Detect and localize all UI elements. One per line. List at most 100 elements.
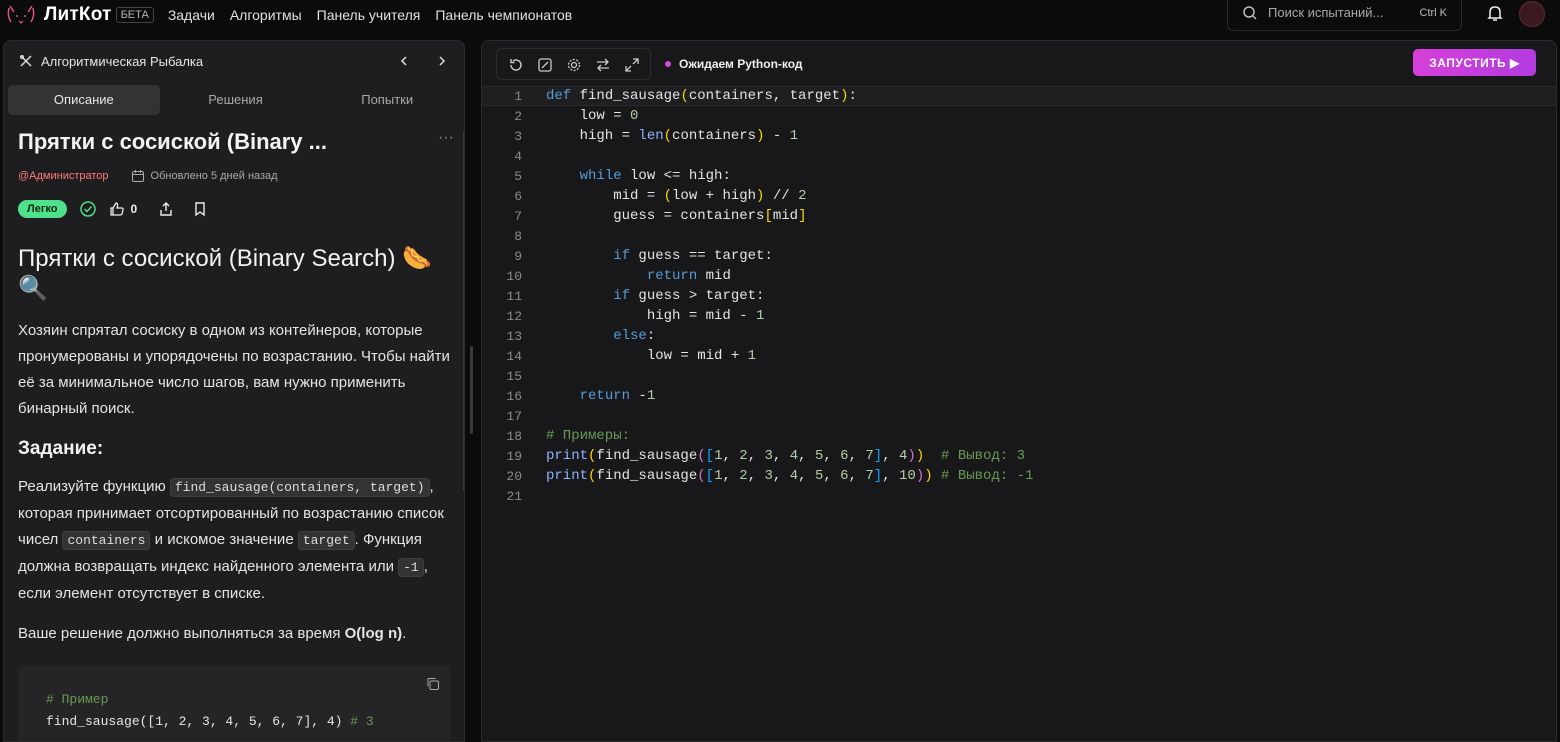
problem-meta: @Администратор Обновлено 5 дней назад [18,169,450,183]
nav-championship-panel[interactable]: Панель чемпионатов [435,7,572,23]
code-line: 6 mid = (low + high) // 2 [482,186,1556,206]
calendar-icon [131,170,144,182]
problem-content: Прятки с сосиской (Binary ... ··· @Админ… [18,129,454,741]
line-number: 12 [506,308,522,324]
panel-resizer[interactable] [470,346,473,434]
complexity-value: O(log n) [344,625,403,642]
line-number: 10 [506,268,522,284]
like-count: 0 [130,202,138,216]
code-line: 2 low = 0 [482,106,1556,126]
code-line: 8 [482,226,1556,246]
example-code-block: # Пример find_sausage([1, 2, 3, 4, 5, 6,… [18,665,450,741]
task-description: Реализуйте функцию find_sausage(containe… [18,474,450,607]
code-line: 14 low = mid + 1 [482,346,1556,366]
status-indicator: Ожидаем Python-код [665,57,803,71]
bookmark-icon[interactable] [189,198,211,220]
brand-name: ЛитКот [44,4,112,25]
example-line: find_sausage([1, 2, 3, 4, 5, 6, 7], 4) #… [46,711,450,733]
line-number: 15 [506,368,522,384]
code-line: 9 if guess == target: [482,246,1556,266]
line-number: 13 [506,328,522,344]
code-line: 5 while low <= high: [482,166,1556,186]
line-number: 1 [514,88,522,104]
beta-badge: БЕТА [115,7,154,23]
code-line: 13 else: [482,326,1556,346]
thumbs-up-icon [109,202,124,216]
section-title: Алгоритмическая Рыбалка [41,53,204,69]
line-number: 9 [514,248,522,264]
code-editor[interactable]: 1 def find_sausage(containers, target): 2… [482,86,1556,741]
line-number: 6 [514,188,522,204]
editor-tools [496,48,651,80]
code-line: 1 def find_sausage(containers, target): [482,86,1556,106]
inline-code-target: target [297,531,355,550]
nav-tasks[interactable]: Задачи [168,7,215,23]
complexity-text: Ваше решение должно выполняться за время [18,625,341,642]
search-shortcut: Ctrl K [1419,6,1448,19]
task-text-3: и искомое значение [154,531,294,548]
search-input[interactable]: Поиск испытаний... Ctrl K [1227,0,1462,31]
code-line: 4 [482,146,1556,166]
line-number: 2 [514,108,522,124]
code-line: 18 # Примеры: [482,426,1556,446]
problem-actions: Легко 0 [18,198,450,220]
tab-solutions[interactable]: Решения [160,85,312,115]
tab-bar: Описание Решения Попытки [8,85,463,115]
run-button[interactable]: ЗАПУСТИТЬ ▶ [1413,49,1536,76]
code-line: 15 [482,366,1556,386]
code-line: 7 guess = containers[mid] [482,206,1556,226]
code-line: 11 if guess > target: [482,286,1556,306]
line-number: 7 [514,208,522,224]
editor-toolbar: Ожидаем Python-код [496,48,803,80]
line-number: 3 [514,128,522,144]
copy-icon[interactable] [426,677,440,691]
reset-icon[interactable] [501,49,530,81]
panel-header: Алгоритмическая Рыбалка [4,41,464,81]
complexity-note: Ваше решение должно выполняться за время… [18,621,450,647]
status-text: Ожидаем Python-код [679,57,803,71]
line-number: 8 [514,228,522,244]
inline-code-minus-one: -1 [398,558,424,577]
inline-code-function: find_sausage(containers, target) [169,478,430,497]
tab-attempts[interactable]: Попытки [311,85,463,115]
task-heading: Задание: [18,438,104,459]
main-nav: Задачи Алгоритмы Панель учителя Панель ч… [168,7,587,23]
bell-icon[interactable] [1486,4,1504,22]
avatar[interactable] [1519,1,1545,27]
chevron-left-icon[interactable] [398,55,410,67]
problem-panel: Алгоритмическая Рыбалка Описание Решения… [3,40,465,742]
share-icon[interactable] [155,198,177,220]
line-number: 4 [514,148,522,164]
problem-title: Прятки с сосиской (Binary ... [18,129,327,154]
line-number: 14 [506,348,522,364]
cat-logo-icon [7,5,35,24]
line-number: 17 [506,408,522,424]
example-comment: # Пример [46,692,109,707]
line-number: 19 [506,448,522,464]
nav-algorithms[interactable]: Алгоритмы [230,7,302,23]
inline-code-containers: containers [62,531,151,550]
top-bar: ЛитКот БЕТА Задачи Алгоритмы Панель учит… [0,0,1560,31]
tab-description[interactable]: Описание [8,85,160,115]
line-number: 21 [506,488,522,504]
search-placeholder: Поиск испытаний... [1268,5,1384,20]
author-link[interactable]: @Администратор [18,170,109,182]
expand-icon[interactable] [617,49,646,81]
code-line: 19 print(find_sausage([1, 2, 3, 4, 5, 6, … [482,446,1556,466]
more-icon[interactable]: ··· [438,129,454,147]
example-result: # 3 [350,714,374,729]
problem-intro: Хозяин спрятал сосиску в одном из контей… [18,322,450,417]
format-icon[interactable] [530,49,559,81]
task-text-1: Реализуйте функцию [18,478,166,495]
like-button[interactable]: 0 [109,201,138,217]
code-line: 20 print(find_sausage([1, 2, 3, 4, 5, 6, … [482,466,1556,486]
code-line: 17 [482,406,1556,426]
chevron-right-icon[interactable] [436,55,448,67]
settings-gear-icon[interactable] [559,49,588,81]
swap-icon[interactable] [588,49,617,81]
line-number: 11 [506,288,522,304]
scrollbar[interactable] [463,131,464,491]
complexity-end: . [402,625,407,642]
logo[interactable]: ЛитКот БЕТА [6,2,154,28]
nav-teacher-panel[interactable]: Панель учителя [317,7,421,23]
